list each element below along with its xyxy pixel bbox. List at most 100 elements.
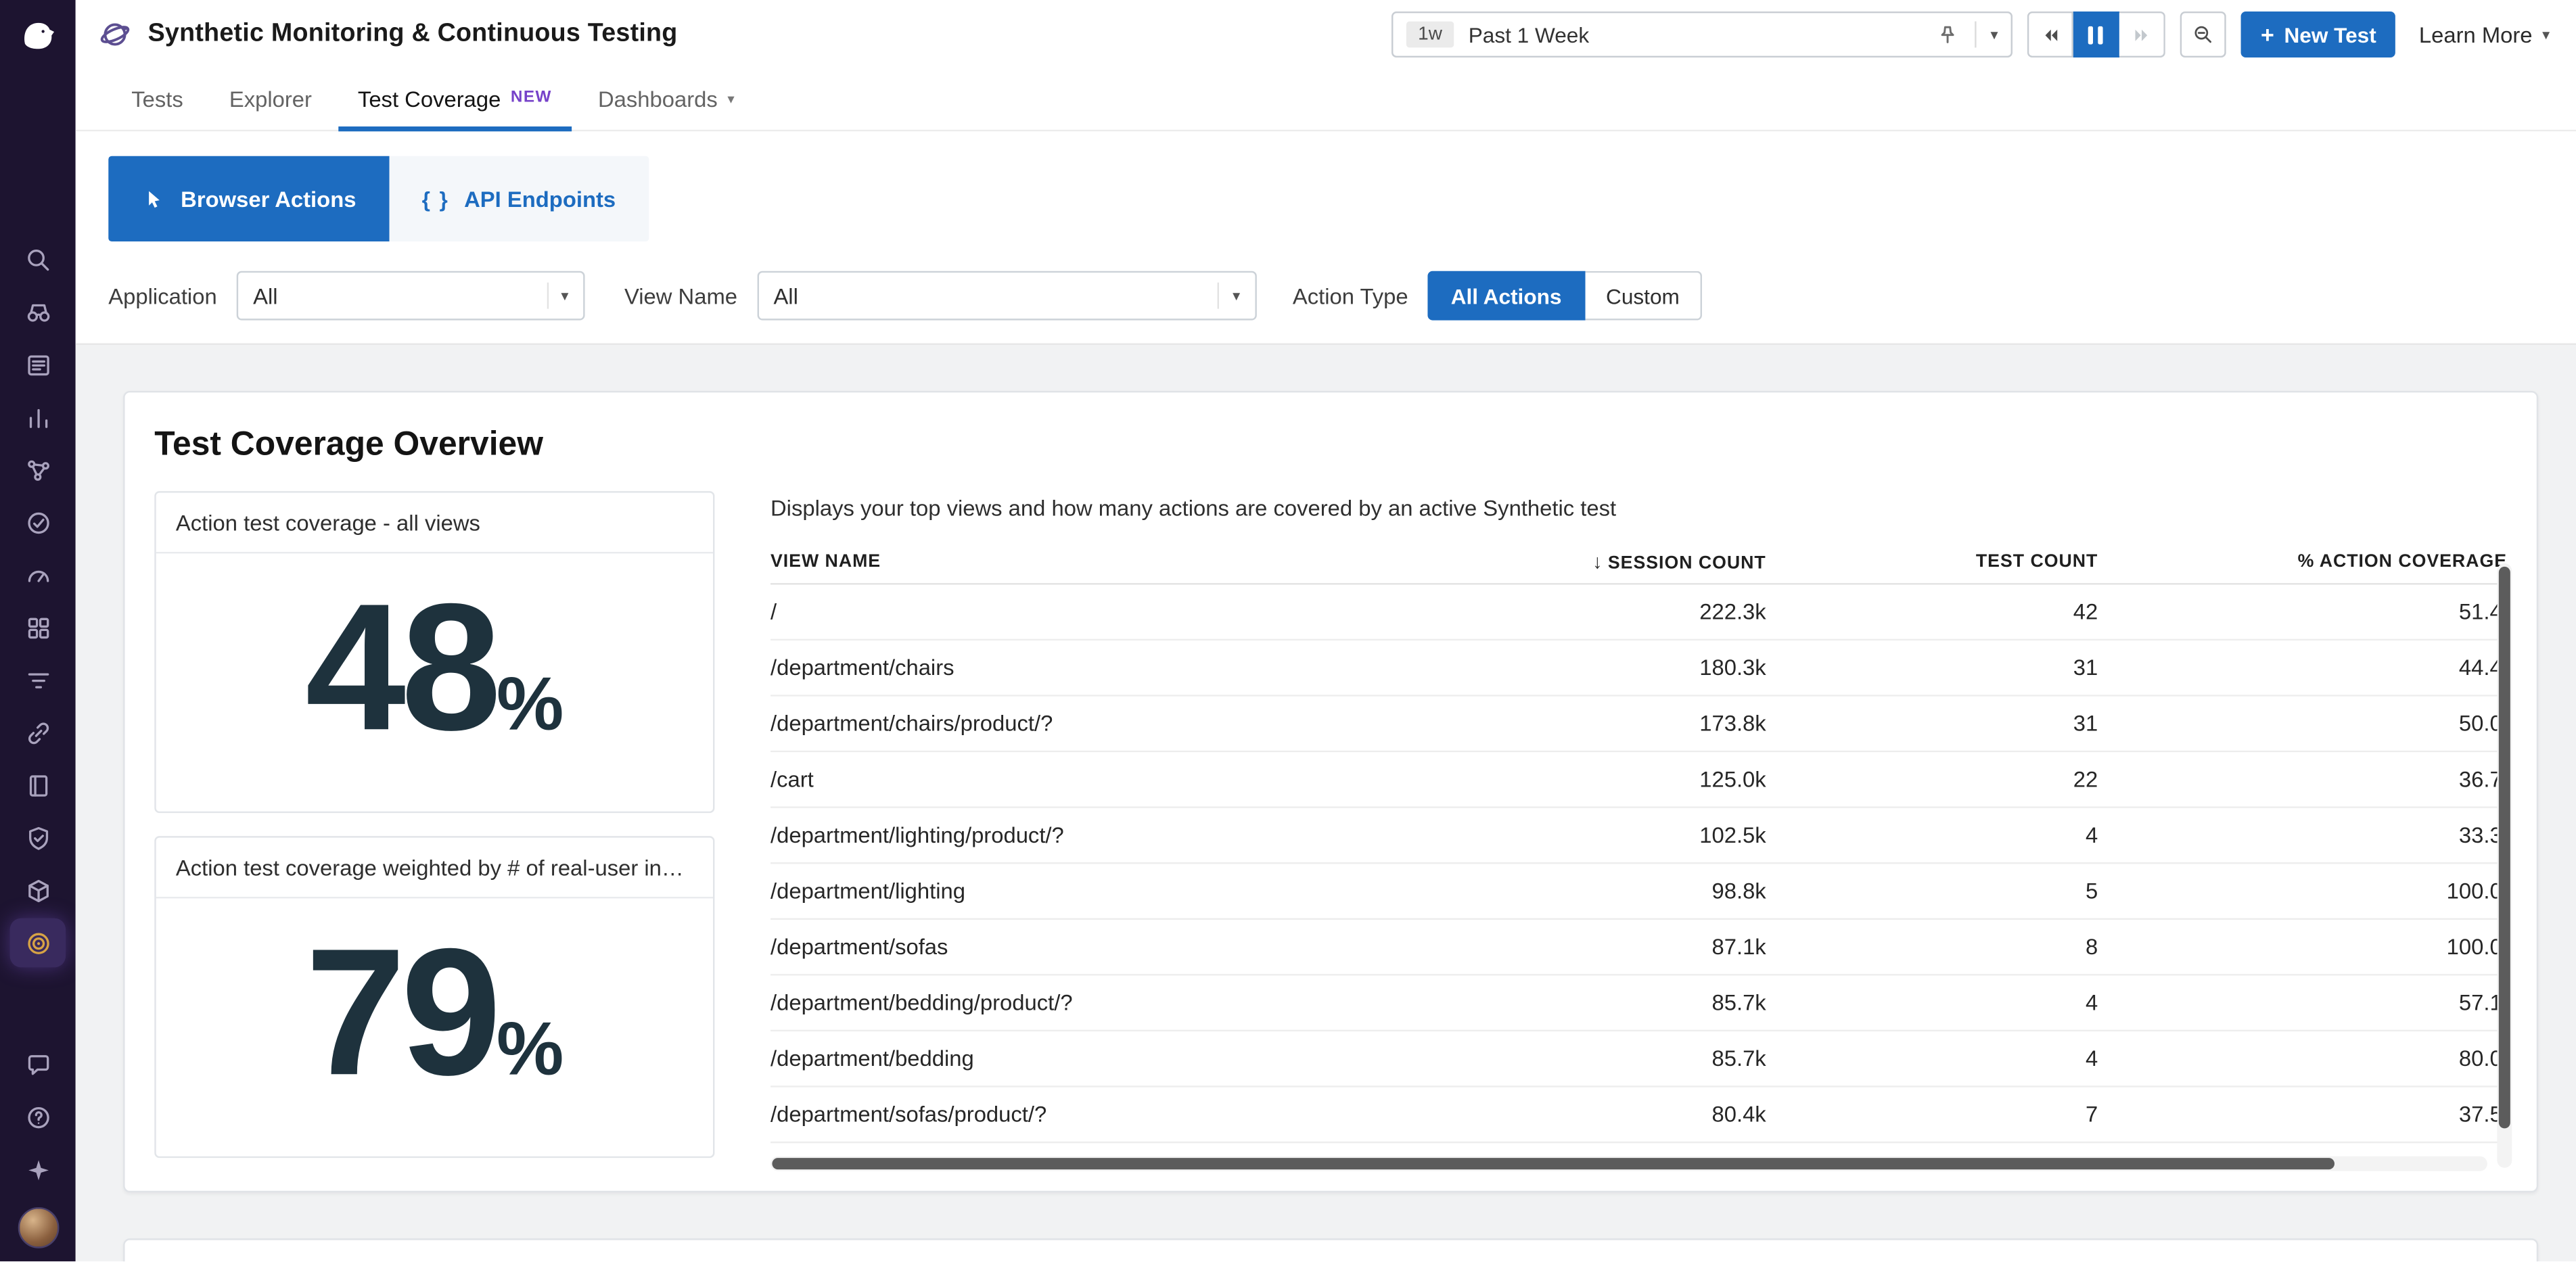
column-action-coverage[interactable]: % ACTION COVERAGE (2098, 552, 2507, 571)
sidebar-nav (0, 233, 76, 969)
view-name-cell: /department/bedding (770, 1046, 1494, 1071)
log-list-icon (24, 350, 51, 378)
view-name-filter-label: View Name (624, 283, 737, 308)
vertical-scrollbar[interactable] (2497, 563, 2512, 1168)
sidebar-item-integrations[interactable] (0, 601, 76, 654)
notebook-icon (24, 771, 51, 799)
sidebar-item-search[interactable] (0, 233, 76, 286)
chat-bubble-icon (24, 1050, 51, 1078)
session-count-cell: 85.7k (1494, 990, 1766, 1014)
header-left: Synthetic Monitoring & Continuous Testin… (99, 18, 678, 51)
table-row[interactable]: /department/bedding 85.7k 4 80.0 (770, 1031, 2507, 1088)
column-test-count[interactable]: TEST COUNT (1766, 552, 2098, 571)
test-count-cell: 8 (1766, 935, 2098, 959)
new-badge: NEW (511, 89, 552, 107)
nav-tabs: Tests Explorer Test Coverage NEW Dashboa… (76, 69, 2576, 131)
pin-icon[interactable] (1935, 22, 1959, 47)
learn-more-dropdown[interactable]: Learn More ▾ (2419, 22, 2550, 47)
application-select[interactable]: All ▾ (237, 271, 585, 321)
overview-title: Test Coverage Overview (154, 425, 2507, 465)
bar-chart-icon (24, 403, 51, 431)
sidebar-item-notebooks[interactable] (0, 759, 76, 812)
coverage-table-header: VIEW NAME ↓SESSION COUNT TEST COUNT % AC… (770, 540, 2507, 585)
table-row[interactable]: /department/sofas/product/? 80.4k 7 37.5 (770, 1088, 2507, 1144)
view-name-cell: /department/sofas (770, 935, 1494, 959)
sidebar-item-service-map[interactable] (0, 706, 76, 759)
sidebar-item-filters[interactable] (0, 654, 76, 707)
table-row[interactable]: /department/bedding/product/? 85.7k 4 57… (770, 976, 2507, 1032)
content-canvas: Test Coverage Overview Action test cover… (76, 344, 2576, 1262)
pause-button[interactable] (2073, 11, 2119, 57)
sidebar-item-chat[interactable] (0, 1038, 76, 1091)
test-count-cell: 31 (1766, 711, 2098, 736)
percent-unit: % (497, 1004, 564, 1092)
scrollbar-thumb[interactable] (772, 1158, 2334, 1169)
tab-explorer[interactable]: Explorer (206, 69, 335, 130)
binoculars-icon (24, 298, 51, 326)
action-coverage-cell: 80.0 (2098, 1046, 2507, 1071)
view-name-select[interactable]: All ▾ (757, 271, 1256, 321)
action-coverage-cell: 100.0 (2098, 879, 2507, 903)
sidebar-item-dashboards[interactable] (0, 548, 76, 601)
sidebar-item-logs[interactable] (0, 338, 76, 391)
table-row[interactable]: /department/sofas 87.1k 8 100.0 (770, 920, 2507, 976)
sidebar-item-monitors[interactable] (0, 496, 76, 548)
rewind-button[interactable] (2027, 11, 2073, 57)
action-type-filter-label: Action Type (1293, 283, 1408, 308)
table-row[interactable]: / 222.3k 42 51.4 (770, 585, 2507, 641)
new-test-button[interactable]: + New Test (2241, 11, 2396, 57)
learn-more-label: Learn More (2419, 22, 2533, 47)
sidebar-item-packages[interactable] (0, 864, 76, 916)
action-coverage-cell: 36.7 (2098, 767, 2507, 791)
sparkle-icon (24, 1155, 51, 1183)
session-count-cell: 173.8k (1494, 711, 1766, 736)
column-view-name[interactable]: VIEW NAME (770, 552, 1494, 571)
zoom-out-button[interactable] (2180, 11, 2226, 57)
caret-down-icon: ▾ (2542, 27, 2550, 42)
subtab-api-endpoints[interactable]: { } API Endpoints (389, 156, 649, 241)
sidebar-item-metrics[interactable] (0, 391, 76, 444)
pause-icon (2088, 26, 2093, 44)
time-range-label: Past 1 Week (1469, 22, 1920, 47)
gauge-icon (24, 561, 51, 588)
app-root: Synthetic Monitoring & Continuous Testin… (0, 0, 2576, 1261)
user-avatar[interactable] (17, 1207, 58, 1248)
action-type-custom[interactable]: Custom (1584, 271, 1702, 321)
sidebar-item-help[interactable] (0, 1091, 76, 1144)
table-row[interactable]: /cart 125.0k 22 36.7 (770, 752, 2507, 808)
sidebar-item-synthetics[interactable] (10, 918, 66, 968)
tab-dashboards[interactable]: Dashboards ▾ (575, 69, 758, 130)
view-name-cell: / (770, 599, 1494, 624)
playback-controls (2027, 11, 2165, 57)
table-row[interactable]: /department/chairs 180.3k 31 44.4 (770, 640, 2507, 697)
session-count-cell: 98.8k (1494, 879, 1766, 903)
time-range-picker[interactable]: 1w Past 1 Week ▾ (1392, 11, 2013, 57)
table-row[interactable]: /department/lighting/product/? 102.5k 4 … (770, 808, 2507, 864)
session-count-cell: 87.1k (1494, 935, 1766, 959)
fast-forward-button[interactable] (2119, 11, 2165, 57)
tab-tests[interactable]: Tests (108, 69, 206, 130)
action-coverage-cell: 51.4 (2098, 599, 2507, 624)
tab-test-coverage[interactable]: Test Coverage NEW (335, 69, 575, 130)
horizontal-scrollbar[interactable] (770, 1156, 2487, 1171)
sidebar-item-apm[interactable] (0, 444, 76, 496)
table-row[interactable]: /department/lighting 98.8k 5 100.0 (770, 864, 2507, 920)
subtab-browser-actions[interactable]: Browser Actions (108, 156, 389, 241)
test-coverage-overview-card: Test Coverage Overview Action test cover… (123, 391, 2538, 1192)
stat-card-label: Action test coverage - all views (156, 493, 713, 554)
overview-body: Action test coverage - all views 48 % Ac… (154, 491, 2507, 1171)
sidebar-item-security[interactable] (0, 812, 76, 864)
time-preset-chip: 1w (1406, 22, 1454, 48)
action-coverage-cell: 50.0 (2098, 711, 2507, 736)
session-count-cell: 180.3k (1494, 655, 1766, 680)
sidebar-item-watchdog[interactable] (0, 286, 76, 339)
scrollbar-thumb[interactable] (2499, 567, 2510, 1129)
datadog-logo[interactable] (12, 10, 64, 63)
coverage-toolbar: Browser Actions { } API Endpoints Applic… (76, 131, 2576, 343)
coverage-percentage-value: 48 (305, 553, 497, 785)
cursor-icon (141, 187, 166, 211)
sidebar-item-feedback[interactable] (0, 1143, 76, 1196)
column-session-count[interactable]: ↓SESSION COUNT (1494, 551, 1766, 574)
table-row[interactable]: /department/chairs/product/? 173.8k 31 5… (770, 697, 2507, 753)
action-type-all-actions[interactable]: All Actions (1428, 271, 1585, 321)
